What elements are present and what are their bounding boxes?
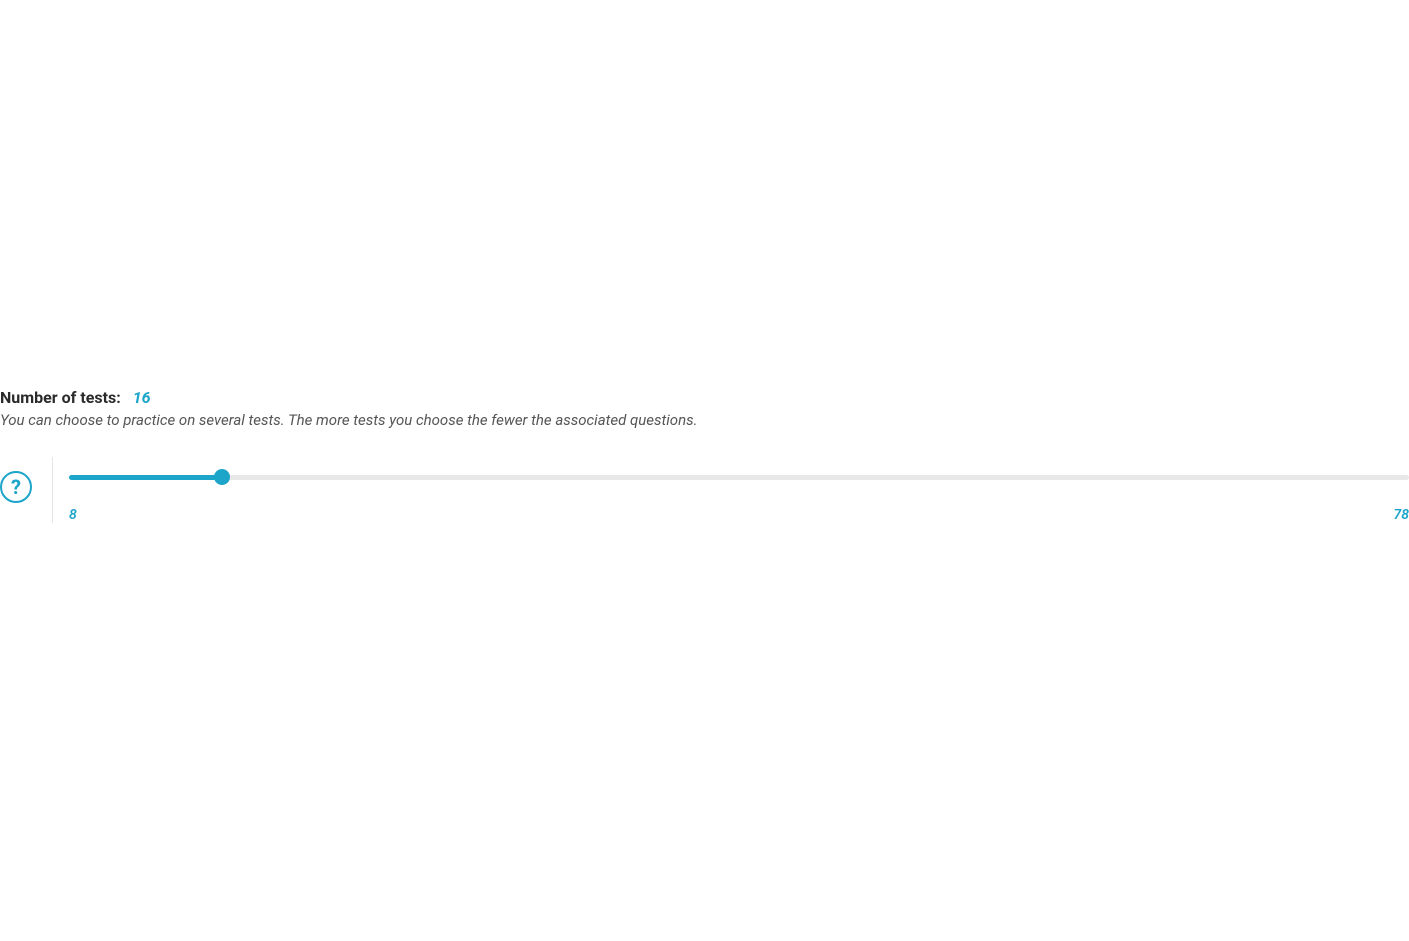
slider-section: Number of tests: 16 You can choose to pr…: [0, 388, 1409, 523]
slider-title: Number of tests:: [0, 388, 121, 407]
slider-track: [69, 475, 1409, 480]
slider-thumb[interactable]: [214, 469, 230, 485]
slider-row: ? 8 78: [0, 457, 1409, 523]
slider-container: 8 78: [52, 457, 1409, 523]
slider-header: Number of tests: 16: [0, 388, 1409, 407]
slider-value: 16: [133, 388, 151, 407]
slider-labels: 8 78: [69, 507, 1409, 523]
slider-max-label: 78: [1393, 507, 1409, 523]
slider-description: You can choose to practice on several te…: [0, 411, 1409, 429]
slider-min-label: 8: [69, 507, 77, 523]
slider-fill: [69, 475, 222, 480]
help-icon-wrapper: ?: [0, 457, 32, 503]
help-icon[interactable]: ?: [0, 471, 32, 503]
tests-slider[interactable]: [69, 467, 1409, 487]
